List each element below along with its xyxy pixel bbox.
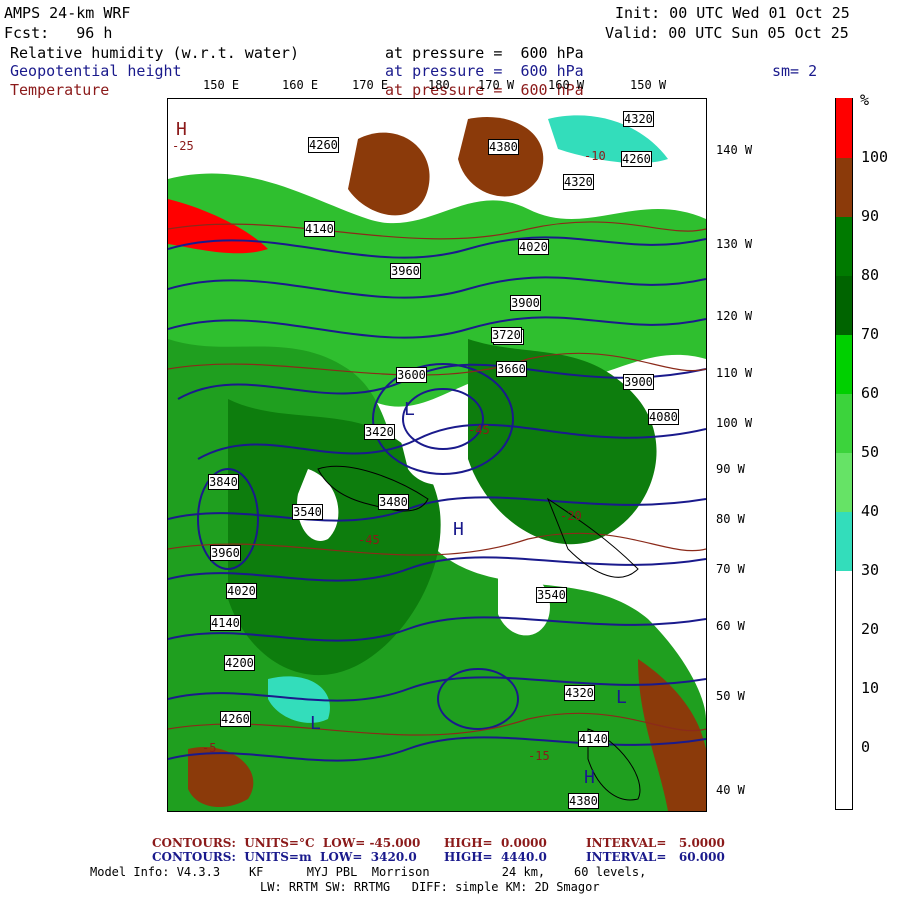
physics-info: LW: RRTM SW: RRTMG DIFF: simple KM: 2D S… bbox=[260, 880, 600, 894]
colorbar-unit: % bbox=[860, 91, 870, 109]
high-mark: H bbox=[453, 519, 464, 540]
lon-label-right: 90 W bbox=[716, 462, 745, 476]
height-label: 4380 bbox=[488, 139, 519, 155]
temp-label: -45 bbox=[468, 423, 490, 437]
height-label: 4320 bbox=[623, 111, 654, 127]
lon-label-right: 50 W bbox=[716, 689, 745, 703]
height-contour-high: HIGH= 4440.0 bbox=[444, 850, 547, 864]
lon-label-right: 130 W bbox=[716, 237, 753, 251]
colorbar-segment bbox=[835, 98, 853, 158]
temp-contour-interval: INTERVAL= 5.0000 bbox=[586, 836, 725, 850]
init-time: Init: 00 UTC Wed 01 Oct 25 bbox=[615, 4, 850, 22]
height-label: 4260 bbox=[308, 137, 339, 153]
high-mark: H bbox=[176, 119, 187, 140]
temp-label: -15 bbox=[528, 749, 550, 763]
height-label: 4260 bbox=[220, 711, 251, 727]
lon-label-right: 100 W bbox=[716, 416, 753, 430]
temp-label: -5 bbox=[202, 741, 217, 755]
height-label: 4380 bbox=[568, 793, 599, 809]
height-contour-info: CONTOURS: UNITS=m LOW= 3420.0 bbox=[152, 850, 417, 864]
height-label: 3540 bbox=[536, 587, 567, 603]
height-contour-interval: INTERVAL= 60.000 bbox=[586, 850, 725, 864]
field-rh-name: Relative humidity (w.r.t. water) bbox=[10, 44, 299, 62]
height-label: 3960 bbox=[210, 545, 241, 561]
height-label: 3720 bbox=[491, 327, 522, 343]
height-label: 3480 bbox=[378, 494, 409, 510]
colorbar-tick: 20 bbox=[861, 620, 880, 638]
lon-label-right: 110 W bbox=[716, 366, 753, 380]
temp-label: -20 bbox=[560, 509, 582, 523]
colorbar-tick: 0 bbox=[861, 738, 871, 756]
colorbar-tick: 60 bbox=[861, 384, 880, 402]
temp-label: -10 bbox=[584, 149, 606, 163]
field-height-name: Geopotential height bbox=[10, 62, 182, 80]
colorbar-tick: 50 bbox=[861, 443, 880, 461]
valid-time: Valid: 00 UTC Sun 05 Oct 25 bbox=[605, 24, 849, 42]
colorbar-tick: 100 bbox=[861, 148, 889, 166]
low-mark: L bbox=[310, 713, 321, 734]
height-label: 4020 bbox=[518, 239, 549, 255]
colorbar-segment bbox=[835, 394, 853, 453]
height-label: 4200 bbox=[224, 655, 255, 671]
height-label: 4140 bbox=[210, 615, 241, 631]
lon-label: 180 bbox=[428, 78, 450, 92]
low-mark: L bbox=[404, 399, 415, 420]
colorbar-tick: 40 bbox=[861, 502, 880, 520]
colorbar-tick: 10 bbox=[861, 679, 880, 697]
height-label: 3660 bbox=[496, 361, 527, 377]
lon-label: 160 W bbox=[548, 78, 585, 92]
weather-map: 4320 4260 4380 4320 4260 4140 4020 3960 … bbox=[167, 98, 707, 812]
colorbar-segment bbox=[835, 276, 853, 335]
height-label: 4140 bbox=[578, 731, 609, 747]
height-label: 3960 bbox=[390, 263, 421, 279]
colorbar-segment bbox=[835, 571, 853, 810]
lon-label: 160 E bbox=[282, 78, 319, 92]
height-label: 3420 bbox=[364, 424, 395, 440]
height-label: 4140 bbox=[304, 221, 335, 237]
lon-label: 150 W bbox=[630, 78, 667, 92]
lon-label: 170 W bbox=[478, 78, 515, 92]
temp-label: -45 bbox=[358, 533, 380, 547]
colorbar-tick: 90 bbox=[861, 207, 880, 225]
temp-contour-info: CONTOURS: UNITS=°C LOW= -45.000 bbox=[152, 836, 421, 850]
colorbar-segment bbox=[835, 217, 853, 276]
height-label: 4320 bbox=[563, 174, 594, 190]
colorbar-tick: 70 bbox=[861, 325, 880, 343]
lon-label-right: 40 W bbox=[716, 783, 745, 797]
smoothing-label: sm= 2 bbox=[772, 62, 818, 80]
forecast-hour: Fcst: 96 h bbox=[4, 24, 113, 42]
height-label: 3600 bbox=[396, 367, 427, 383]
height-label: 3540 bbox=[292, 504, 323, 520]
model-title: AMPS 24-km WRF bbox=[4, 4, 131, 22]
colorbar-tick: 30 bbox=[861, 561, 880, 579]
lon-label-right: 70 W bbox=[716, 562, 745, 576]
height-label: 4320 bbox=[564, 685, 595, 701]
high-mark: H bbox=[584, 767, 595, 788]
height-label: 4260 bbox=[621, 151, 652, 167]
colorbar-segment bbox=[835, 158, 853, 217]
height-label: 4020 bbox=[226, 583, 257, 599]
lon-label: 170 E bbox=[352, 78, 389, 92]
temp-label: -25 bbox=[172, 139, 194, 153]
height-label: 4080 bbox=[648, 409, 679, 425]
low-mark: L bbox=[616, 687, 627, 708]
colorbar-tick: 80 bbox=[861, 266, 880, 284]
height-label: 3900 bbox=[510, 295, 541, 311]
colorbar-segment bbox=[835, 335, 853, 394]
colorbar-segment bbox=[835, 453, 853, 512]
field-rh-level: at pressure = 600 hPa bbox=[385, 44, 584, 62]
lon-label-right: 80 W bbox=[716, 512, 745, 526]
model-info: Model Info: V4.3.3 KF MYJ PBL Morrison 2… bbox=[90, 865, 647, 879]
lon-label: 150 E bbox=[203, 78, 240, 92]
height-label: 3840 bbox=[208, 474, 239, 490]
lon-label-right: 140 W bbox=[716, 143, 753, 157]
colorbar-segment bbox=[835, 512, 853, 571]
lon-label-right: 60 W bbox=[716, 619, 745, 633]
field-temp-name: Temperature bbox=[10, 81, 110, 99]
lon-label-right: 120 W bbox=[716, 309, 753, 323]
height-label: 3900 bbox=[623, 374, 654, 390]
temp-contour-high: HIGH= 0.0000 bbox=[444, 836, 547, 850]
